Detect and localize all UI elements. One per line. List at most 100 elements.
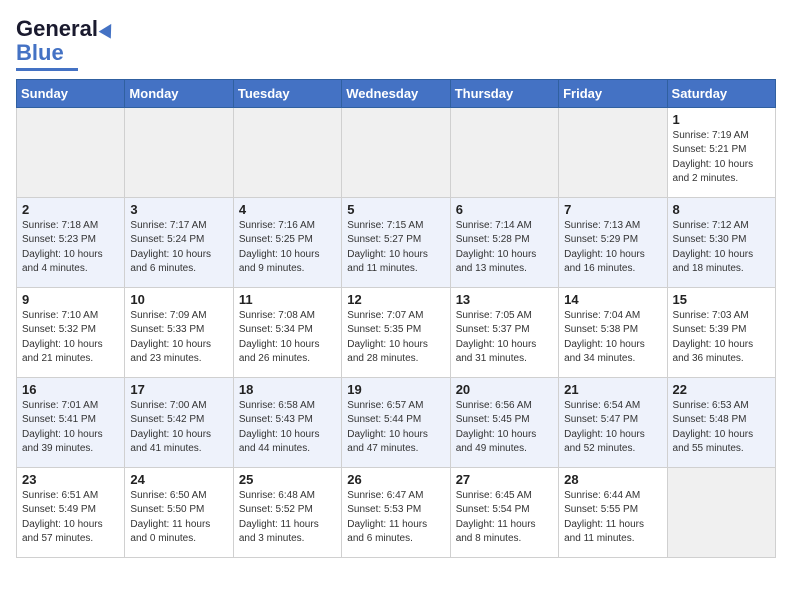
- day-info: Sunrise: 6:54 AM Sunset: 5:47 PM Dayligh…: [564, 399, 661, 457]
- calendar-cell: [342, 107, 450, 197]
- logo-general: General: [16, 16, 98, 42]
- day-number: 28: [564, 472, 661, 487]
- calendar-cell: 1 Sunrise: 7:19 AM Sunset: 5:21 PM Daylig…: [667, 107, 775, 197]
- day-number: 12: [347, 292, 444, 307]
- day-info: Sunrise: 6:53 AM Sunset: 5:48 PM Dayligh…: [673, 399, 770, 457]
- calendar-cell: [17, 107, 125, 197]
- day-info: Sunrise: 6:45 AM Sunset: 5:54 PM Dayligh…: [456, 489, 553, 547]
- calendar-cell: 5 Sunrise: 7:15 AM Sunset: 5:27 PM Daylig…: [342, 197, 450, 287]
- week-row-5: 23 Sunrise: 6:51 AM Sunset: 5:49 PM Dayli…: [17, 467, 776, 557]
- calendar-table: SundayMondayTuesdayWednesdayThursdayFrid…: [16, 79, 776, 558]
- calendar-cell: [667, 467, 775, 557]
- calendar-cell: 22Sunrise: 6:53 AM Sunset: 5:48 PM Dayli…: [667, 377, 775, 467]
- page-header: General Blue: [16, 16, 776, 71]
- day-number: 25: [239, 472, 336, 487]
- calendar-cell: 19 Sunrise: 6:57 AM Sunset: 5:44 PM Dayli…: [342, 377, 450, 467]
- day-number: 20: [456, 382, 553, 397]
- calendar-cell: 18 Sunrise: 6:58 AM Sunset: 5:43 PM Dayli…: [233, 377, 341, 467]
- day-number: 5: [347, 202, 444, 217]
- weekday-header-tuesday: Tuesday: [233, 79, 341, 107]
- calendar-cell: 6 Sunrise: 7:14 AM Sunset: 5:28 PM Daylig…: [450, 197, 558, 287]
- day-number: 2: [22, 202, 119, 217]
- day-info: Sunrise: 6:56 AM Sunset: 5:45 PM Dayligh…: [456, 399, 553, 457]
- calendar-cell: 14 Sunrise: 7:04 AM Sunset: 5:38 PM Dayli…: [559, 287, 667, 377]
- week-row-4: 16 Sunrise: 7:01 AM Sunset: 5:41 PM Dayli…: [17, 377, 776, 467]
- calendar-cell: 8 Sunrise: 7:12 AM Sunset: 5:30 PM Daylig…: [667, 197, 775, 287]
- week-row-1: 1 Sunrise: 7:19 AM Sunset: 5:21 PM Daylig…: [17, 107, 776, 197]
- calendar-cell: 2 Sunrise: 7:18 AM Sunset: 5:23 PM Daylig…: [17, 197, 125, 287]
- calendar-cell: 20 Sunrise: 6:56 AM Sunset: 5:45 PM Dayli…: [450, 377, 558, 467]
- day-number: 15: [673, 292, 770, 307]
- day-number: 6: [456, 202, 553, 217]
- calendar-cell: 3 Sunrise: 7:17 AM Sunset: 5:24 PM Daylig…: [125, 197, 233, 287]
- day-info: Sunrise: 6:58 AM Sunset: 5:43 PM Dayligh…: [239, 399, 336, 457]
- day-number: 21: [564, 382, 661, 397]
- weekday-header-saturday: Saturday: [667, 79, 775, 107]
- day-number: 13: [456, 292, 553, 307]
- week-row-2: 2 Sunrise: 7:18 AM Sunset: 5:23 PM Daylig…: [17, 197, 776, 287]
- day-info: Sunrise: 7:08 AM Sunset: 5:34 PM Dayligh…: [239, 309, 336, 367]
- calendar-cell: 10 Sunrise: 7:09 AM Sunset: 5:33 PM Dayli…: [125, 287, 233, 377]
- day-info: Sunrise: 6:47 AM Sunset: 5:53 PM Dayligh…: [347, 489, 444, 547]
- day-info: Sunrise: 6:44 AM Sunset: 5:55 PM Dayligh…: [564, 489, 661, 547]
- day-info: Sunrise: 7:09 AM Sunset: 5:33 PM Dayligh…: [130, 309, 227, 367]
- calendar-cell: [125, 107, 233, 197]
- day-info: Sunrise: 6:51 AM Sunset: 5:49 PM Dayligh…: [22, 489, 119, 547]
- calendar-cell: [233, 107, 341, 197]
- day-info: Sunrise: 7:13 AM Sunset: 5:29 PM Dayligh…: [564, 219, 661, 277]
- logo-underline: [16, 68, 78, 71]
- calendar-cell: 16 Sunrise: 7:01 AM Sunset: 5:41 PM Dayli…: [17, 377, 125, 467]
- day-number: 14: [564, 292, 661, 307]
- weekday-header-monday: Monday: [125, 79, 233, 107]
- day-info: Sunrise: 7:03 AM Sunset: 5:39 PM Dayligh…: [673, 309, 770, 367]
- day-info: Sunrise: 7:19 AM Sunset: 5:21 PM Dayligh…: [673, 129, 770, 187]
- day-number: 11: [239, 292, 336, 307]
- weekday-header-thursday: Thursday: [450, 79, 558, 107]
- calendar-cell: [450, 107, 558, 197]
- calendar-cell: 25 Sunrise: 6:48 AM Sunset: 5:52 PM Dayli…: [233, 467, 341, 557]
- day-number: 3: [130, 202, 227, 217]
- day-info: Sunrise: 7:07 AM Sunset: 5:35 PM Dayligh…: [347, 309, 444, 367]
- day-number: 18: [239, 382, 336, 397]
- calendar-cell: [559, 107, 667, 197]
- calendar-cell: 7 Sunrise: 7:13 AM Sunset: 5:29 PM Daylig…: [559, 197, 667, 287]
- day-number: 24: [130, 472, 227, 487]
- calendar-cell: 11 Sunrise: 7:08 AM Sunset: 5:34 PM Dayli…: [233, 287, 341, 377]
- weekday-header-row: SundayMondayTuesdayWednesdayThursdayFrid…: [17, 79, 776, 107]
- day-number: 1: [673, 112, 770, 127]
- calendar-cell: 26 Sunrise: 6:47 AM Sunset: 5:53 PM Dayli…: [342, 467, 450, 557]
- calendar-cell: 24Sunrise: 6:50 AM Sunset: 5:50 PM Dayli…: [125, 467, 233, 557]
- calendar-cell: 21 Sunrise: 6:54 AM Sunset: 5:47 PM Dayli…: [559, 377, 667, 467]
- calendar-cell: 4 Sunrise: 7:16 AM Sunset: 5:25 PM Daylig…: [233, 197, 341, 287]
- day-info: Sunrise: 7:01 AM Sunset: 5:41 PM Dayligh…: [22, 399, 119, 457]
- day-info: Sunrise: 7:12 AM Sunset: 5:30 PM Dayligh…: [673, 219, 770, 277]
- calendar-cell: 12 Sunrise: 7:07 AM Sunset: 5:35 PM Dayli…: [342, 287, 450, 377]
- calendar-cell: 28 Sunrise: 6:44 AM Sunset: 5:55 PM Dayli…: [559, 467, 667, 557]
- calendar-cell: 9Sunrise: 7:10 AM Sunset: 5:32 PM Daylig…: [17, 287, 125, 377]
- day-number: 8: [673, 202, 770, 217]
- day-number: 10: [130, 292, 227, 307]
- day-info: Sunrise: 7:04 AM Sunset: 5:38 PM Dayligh…: [564, 309, 661, 367]
- day-number: 17: [130, 382, 227, 397]
- calendar-cell: 23 Sunrise: 6:51 AM Sunset: 5:49 PM Dayli…: [17, 467, 125, 557]
- day-number: 4: [239, 202, 336, 217]
- day-info: Sunrise: 7:17 AM Sunset: 5:24 PM Dayligh…: [130, 219, 227, 277]
- calendar-cell: 13Sunrise: 7:05 AM Sunset: 5:37 PM Dayli…: [450, 287, 558, 377]
- weekday-header-friday: Friday: [559, 79, 667, 107]
- day-info: Sunrise: 7:16 AM Sunset: 5:25 PM Dayligh…: [239, 219, 336, 277]
- day-number: 26: [347, 472, 444, 487]
- day-info: Sunrise: 7:18 AM Sunset: 5:23 PM Dayligh…: [22, 219, 119, 277]
- day-number: 16: [22, 382, 119, 397]
- calendar-cell: 15 Sunrise: 7:03 AM Sunset: 5:39 PM Dayli…: [667, 287, 775, 377]
- day-number: 27: [456, 472, 553, 487]
- weekday-header-sunday: Sunday: [17, 79, 125, 107]
- calendar-cell: 17Sunrise: 7:00 AM Sunset: 5:42 PM Dayli…: [125, 377, 233, 467]
- day-number: 19: [347, 382, 444, 397]
- day-info: Sunrise: 6:57 AM Sunset: 5:44 PM Dayligh…: [347, 399, 444, 457]
- day-info: Sunrise: 7:14 AM Sunset: 5:28 PM Dayligh…: [456, 219, 553, 277]
- calendar-cell: 27 Sunrise: 6:45 AM Sunset: 5:54 PM Dayli…: [450, 467, 558, 557]
- day-number: 7: [564, 202, 661, 217]
- day-info: Sunrise: 6:48 AM Sunset: 5:52 PM Dayligh…: [239, 489, 336, 547]
- day-number: 23: [22, 472, 119, 487]
- day-info: Sunrise: 7:15 AM Sunset: 5:27 PM Dayligh…: [347, 219, 444, 277]
